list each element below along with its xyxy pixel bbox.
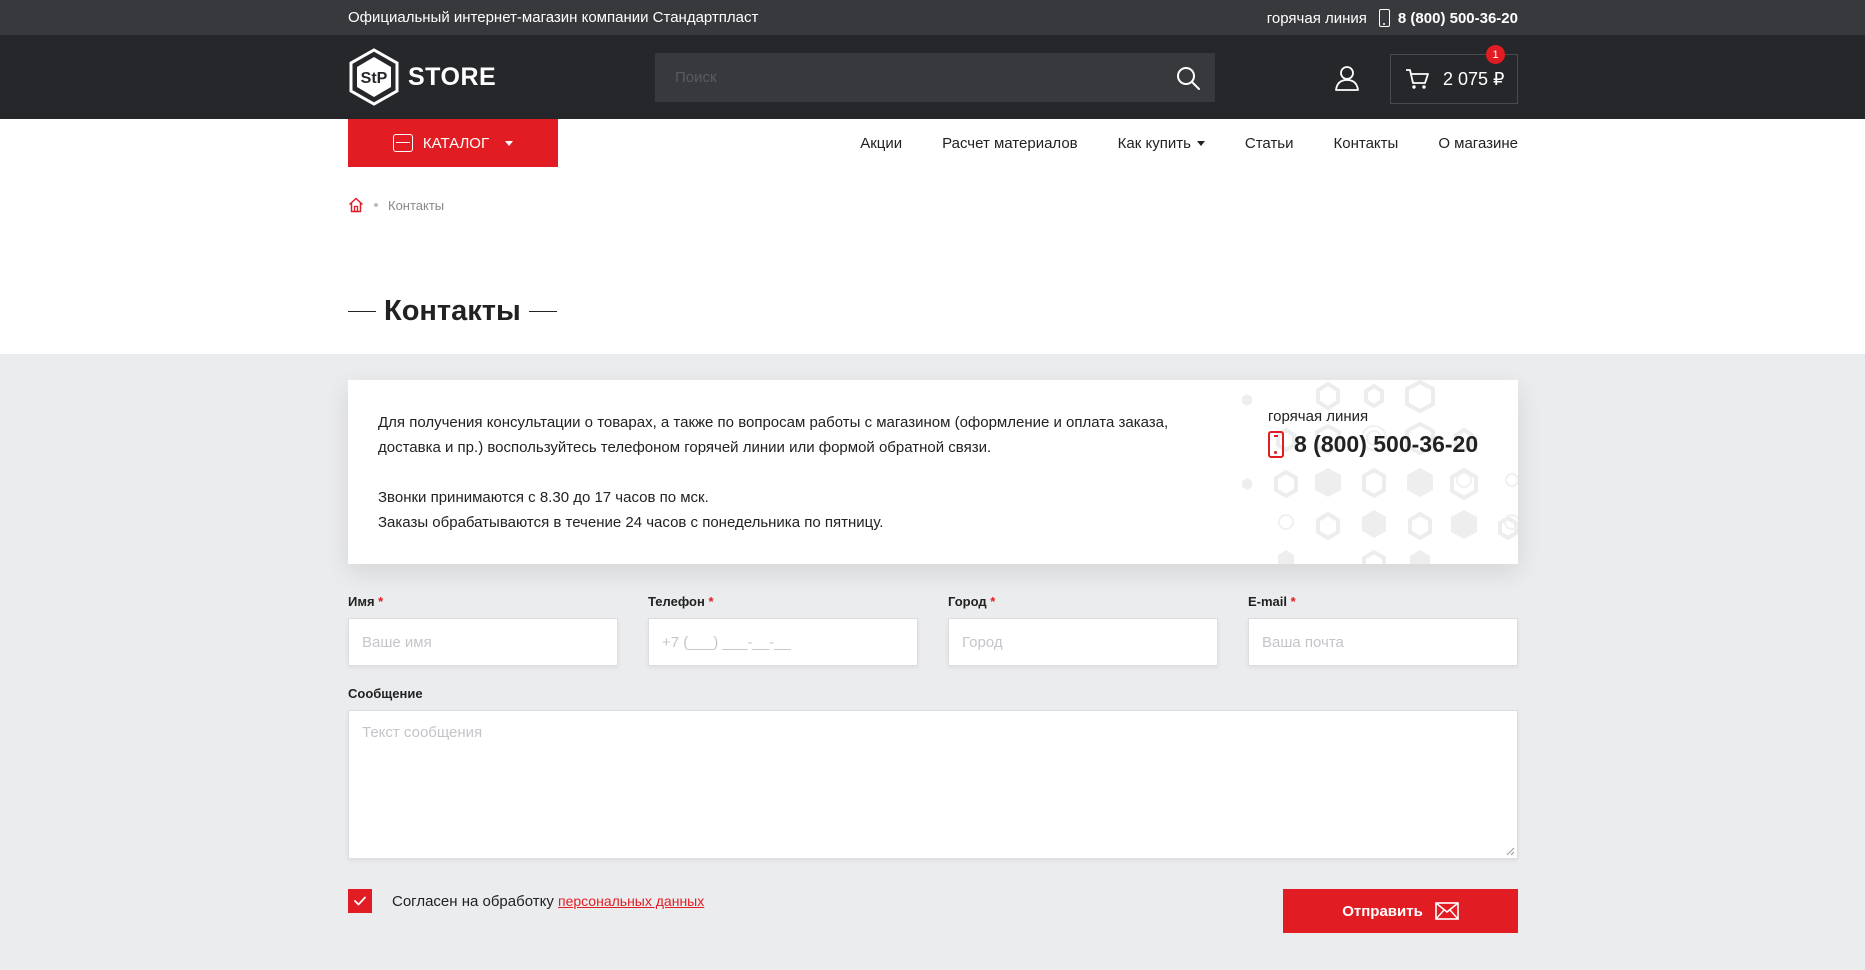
cart-count-badge: 1	[1486, 45, 1505, 64]
city-field	[948, 618, 1218, 666]
logo-hexagon-icon: StP	[349, 48, 399, 106]
card-hotline: горячая линия 8 (800) 500-36-20	[1268, 408, 1478, 458]
nav-item-material-calc[interactable]: Расчет материалов	[942, 135, 1078, 152]
header: StP STORE 2 075 ₽ 1	[0, 35, 1865, 119]
nav-item-articles[interactable]: Статьи	[1245, 135, 1294, 152]
phone-icon	[1378, 9, 1390, 27]
message-label: Сообщение	[348, 686, 423, 701]
chevron-down-icon	[1196, 141, 1205, 147]
contact-info-card: Для получения консультации о товарах, а …	[348, 380, 1518, 564]
phone-field	[648, 618, 918, 666]
personal-data-link[interactable]: персональных данных	[558, 893, 704, 909]
card-hotline-number: 8 (800) 500-36-20	[1294, 431, 1479, 457]
cart-icon	[1406, 69, 1429, 89]
info-order-hours: Заказы обрабатываются в течение 24 часов…	[378, 514, 884, 531]
email-label-text: E-mail	[1248, 594, 1288, 609]
name-label-text: Имя	[348, 594, 375, 609]
required-mark: *	[378, 594, 384, 609]
page-title-text: Контакты	[384, 295, 521, 327]
city-input[interactable]	[949, 619, 1217, 665]
title-dash-right	[528, 310, 557, 313]
cart-button[interactable]: 2 075 ₽ 1	[1390, 45, 1518, 104]
nav-menu: Акции Расчет материалов Как купить Стать…	[860, 119, 1518, 167]
consent-label: Согласен на обработку	[392, 892, 554, 910]
logo-mark: StP	[361, 70, 388, 87]
logo[interactable]: StP STORE	[348, 48, 496, 106]
catalog-button[interactable]: КАТАЛОГ	[348, 119, 558, 167]
card-hotline-phone[interactable]: 8 (800) 500-36-20	[1268, 431, 1478, 458]
cart-total: 2 075 ₽	[1443, 68, 1505, 89]
required-mark: *	[1290, 594, 1296, 609]
user-account-icon[interactable]	[1334, 65, 1360, 91]
required-mark: *	[708, 594, 714, 609]
top-hotline: горячая линия 8 (800) 500-36-20	[1267, 9, 1518, 27]
page-header-area: Контакты Контакты	[0, 167, 1865, 354]
main-nav: КАТАЛОГ Акции Расчет материалов Как купи…	[0, 119, 1865, 167]
email-field	[1248, 618, 1518, 666]
page-title: Контакты	[348, 295, 557, 328]
email-input[interactable]	[1249, 619, 1517, 665]
city-label-text: Город	[948, 594, 987, 609]
submit-button[interactable]: Отправить	[1283, 889, 1518, 933]
info-call-hours: Звонки принимаются с 8.30 до 17 часов по…	[378, 489, 709, 506]
info-paragraph: Для получения консультации о товарах, а …	[378, 414, 1169, 456]
resize-handle-icon[interactable]	[1506, 847, 1515, 856]
phone-label-text: Телефон	[648, 594, 705, 609]
breadcrumb-separator	[374, 203, 378, 207]
top-bar: Официальный интернет-магазин компании Ст…	[0, 0, 1865, 35]
email-label: E-mail *	[1248, 594, 1296, 609]
catalog-menu-icon	[392, 134, 413, 152]
contact-info-text: Для получения консультации о товарах, а …	[378, 410, 1198, 535]
search-input[interactable]	[655, 53, 1215, 102]
name-label: Имя *	[348, 594, 383, 609]
search-box	[655, 53, 1215, 102]
search-icon[interactable]	[1175, 65, 1201, 91]
phone-input[interactable]	[649, 619, 917, 665]
nav-item-how-to-buy[interactable]: Как купить	[1118, 135, 1205, 152]
breadcrumb: Контакты	[348, 197, 444, 213]
card-hotline-label: горячая линия	[1268, 408, 1369, 425]
city-label: Город *	[948, 594, 995, 609]
nav-item-promotions[interactable]: Акции	[860, 135, 902, 152]
required-mark: *	[990, 594, 996, 609]
top-hotline-phone[interactable]: 8 (800) 500-36-20	[1398, 10, 1518, 27]
title-dash-left	[348, 310, 376, 313]
logo-text: STORE	[408, 62, 497, 91]
envelope-icon	[1434, 902, 1459, 920]
phone-icon	[1268, 431, 1284, 458]
home-icon[interactable]	[348, 197, 364, 213]
store-tagline: Официальный интернет-магазин компании Ст…	[348, 9, 759, 26]
consent-text: Согласен на обработку персональных данны…	[392, 893, 704, 910]
breadcrumb-current: Контакты	[388, 197, 445, 213]
catalog-label: КАТАЛОГ	[422, 134, 490, 152]
message-textarea[interactable]	[349, 711, 1517, 858]
top-hotline-label: горячая линия	[1266, 9, 1367, 27]
nav-item-contacts[interactable]: Контакты	[1334, 135, 1399, 152]
info-hours: Звонки принимаются с 8.30 до 17 часов по…	[378, 485, 1198, 535]
chevron-down-icon	[505, 140, 514, 146]
message-field	[348, 710, 1518, 859]
name-field	[348, 618, 618, 666]
checkmark-icon	[354, 896, 366, 906]
submit-label: Отправить	[1342, 902, 1423, 920]
consent-row: Согласен на обработку персональных данны…	[348, 889, 704, 913]
consent-checkbox[interactable]	[348, 889, 372, 913]
name-input[interactable]	[349, 619, 617, 665]
phone-label: Телефон *	[648, 594, 714, 609]
nav-item-how-to-buy-label: Как купить	[1117, 134, 1191, 152]
nav-item-about[interactable]: О магазине	[1438, 135, 1518, 152]
